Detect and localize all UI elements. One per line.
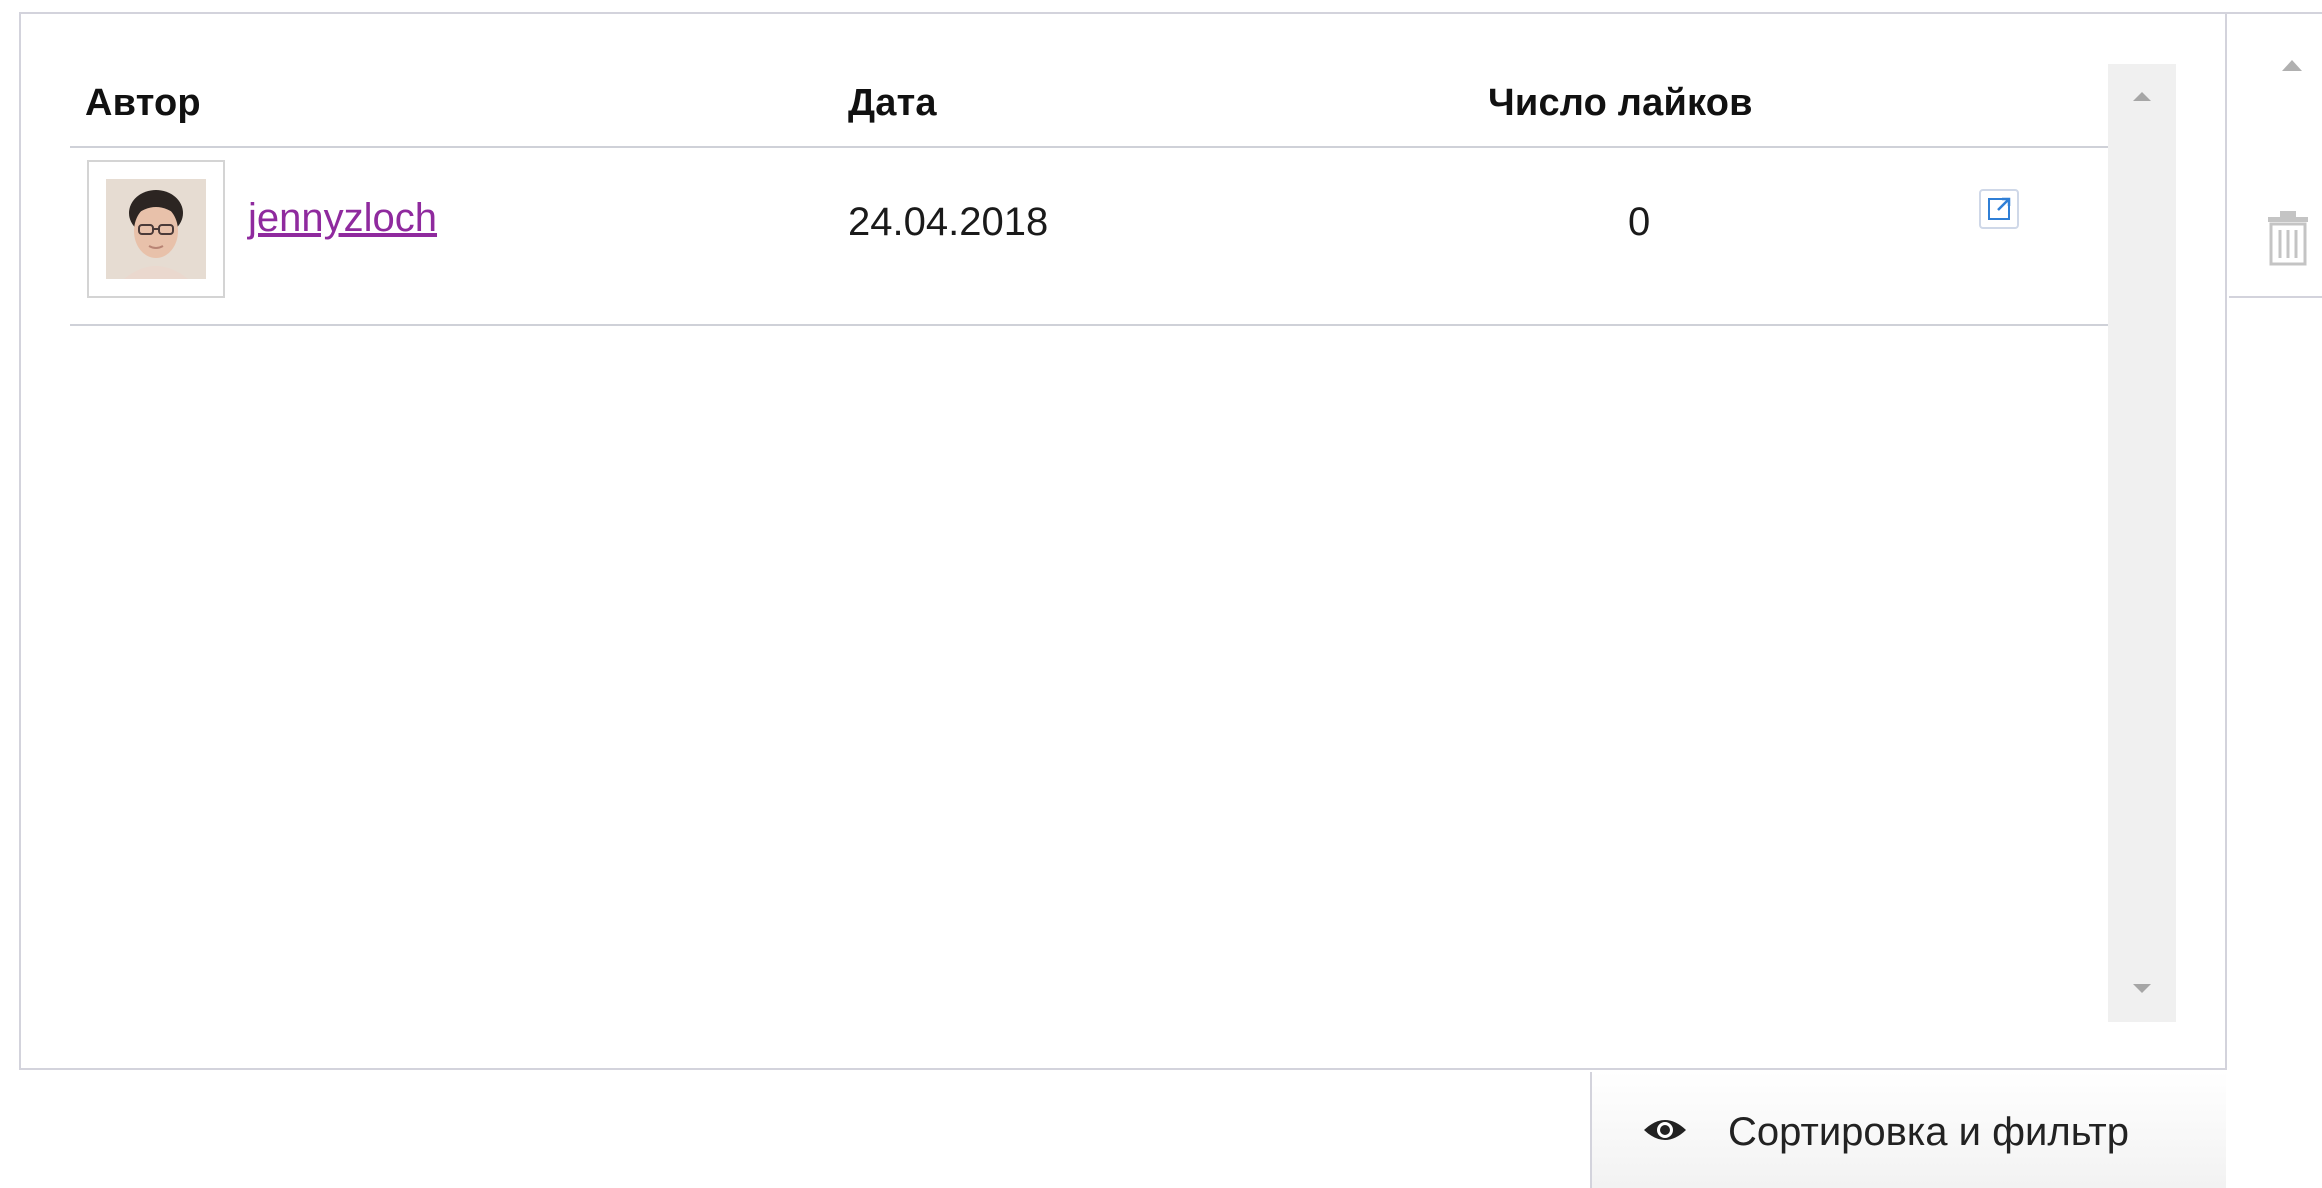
avatar[interactable] (87, 160, 225, 298)
avatar-photo-icon (106, 179, 206, 279)
row-date: 24.04.2018 (848, 200, 1049, 244)
side-up-icon[interactable] (2262, 40, 2322, 100)
row-likes-count: 0 (1628, 200, 1651, 244)
table-scrollbar[interactable] (2108, 64, 2176, 1022)
trash-icon[interactable] (2266, 208, 2322, 268)
sort-filter-label: Сортировка и фильтр (1728, 1110, 2129, 1154)
sort-filter-button[interactable]: Сортировка и фильтр (1590, 1072, 2226, 1188)
likes-table: Автор Дата Число лайков jennyzloch 24.04… (70, 64, 2110, 1024)
author-link[interactable]: jennyzloch (248, 196, 437, 241)
table-header: Автор Дата Число лайков (70, 64, 2110, 148)
column-header-date: Дата (848, 82, 937, 124)
likes-dialog: Автор Дата Число лайков jennyzloch 24.04… (0, 0, 2322, 1188)
eye-icon (1642, 1114, 1688, 1146)
side-divider (2229, 296, 2322, 298)
table-row: jennyzloch 24.04.2018 0 (70, 148, 2110, 326)
scroll-up-icon[interactable] (2108, 64, 2176, 124)
column-header-author: Автор (85, 82, 201, 124)
scroll-down-icon[interactable] (2108, 962, 2176, 1022)
column-header-likes: Число лайков (1488, 82, 1753, 124)
avatar-image (106, 179, 206, 279)
external-link-icon[interactable] (1978, 188, 2020, 230)
